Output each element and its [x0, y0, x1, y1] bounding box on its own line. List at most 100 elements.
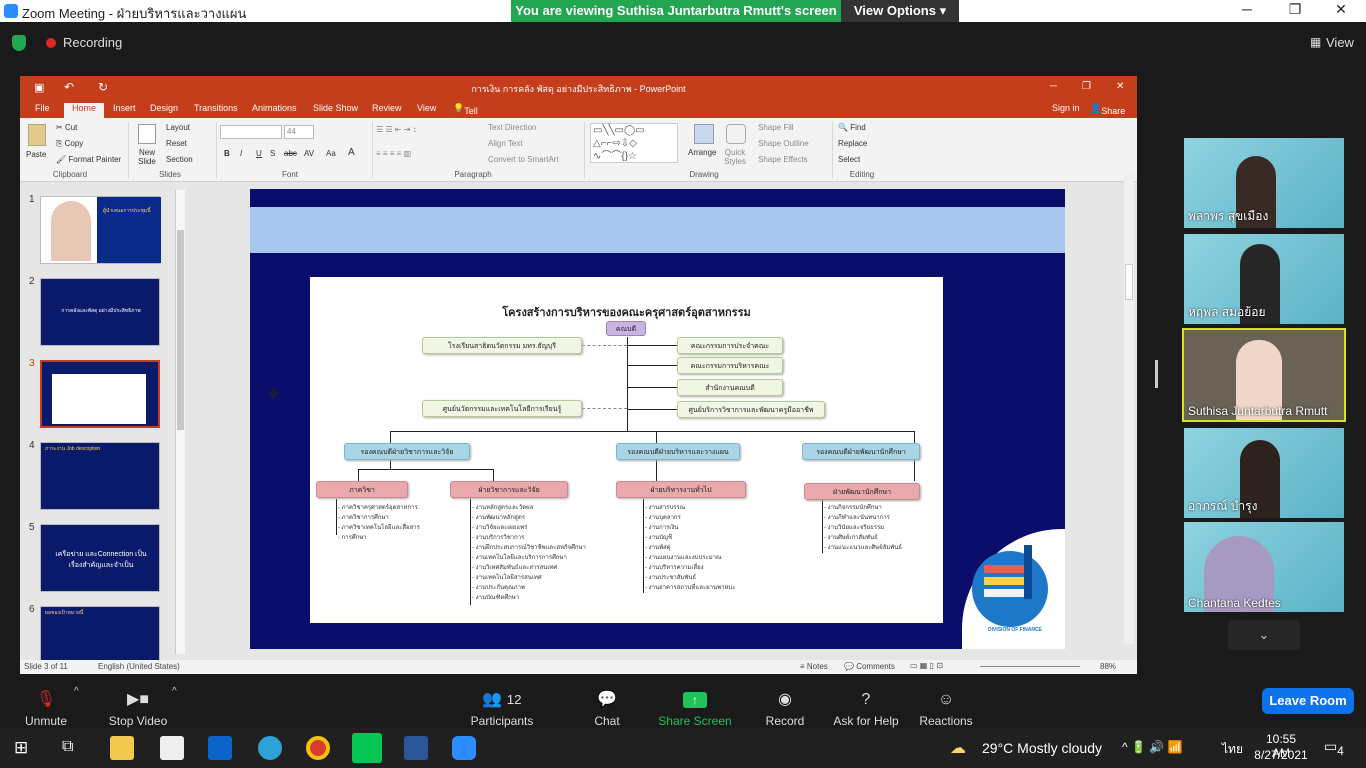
slide-thumbnail[interactable]: ภาระงาน Job description [40, 442, 160, 510]
arrange-button[interactable]: Arrange [688, 148, 716, 157]
find-button[interactable]: 🔍 Find [838, 123, 866, 132]
char-spacing-button[interactable]: AV [304, 149, 314, 158]
tab-animations[interactable]: Animations [252, 103, 297, 113]
zoom-taskbar-icon[interactable] [452, 736, 476, 760]
shapes-gallery[interactable]: ▭╲╲▭◯▭ △⌐⌐⇨⇩◇ ∿⌒⌒{}☆ [590, 123, 678, 163]
ppt-minimize-icon[interactable]: ─ [1050, 81, 1057, 92]
ask-for-help-button[interactable]: ? Ask for Help [830, 690, 902, 728]
participant-tile[interactable]: หฤพล สมอย้อย [1184, 234, 1344, 324]
resize-handle[interactable] [1155, 360, 1158, 388]
tab-insert[interactable]: Insert [113, 103, 136, 113]
participant-tile[interactable]: พลาพร สุขเมือง [1184, 138, 1344, 228]
strikethrough-button[interactable]: abc [284, 149, 297, 158]
slide-thumbnail[interactable]: ผลของเป้าหมายนี้ [40, 606, 160, 660]
language-status[interactable]: English (United States) [98, 662, 180, 671]
participant-tile[interactable]: อาภรณ์ บำรุง [1184, 428, 1344, 518]
select-button[interactable]: Select [838, 155, 860, 164]
change-case-button[interactable]: Aa [326, 149, 336, 158]
reactions-button[interactable]: ☺ Reactions [918, 690, 974, 728]
shield-icon[interactable] [12, 35, 26, 51]
thumb-scrollbar[interactable] [175, 190, 185, 654]
paste-icon[interactable] [28, 124, 46, 146]
maximize-icon[interactable]: ❐ [1280, 1, 1310, 18]
view-options-button[interactable]: View Options ▾ [841, 0, 959, 22]
participant-tile[interactable]: Chantana Kedtes [1184, 522, 1344, 612]
chat-button[interactable]: 💬 Chat [588, 690, 626, 728]
input-language[interactable]: ไทย [1222, 740, 1243, 759]
zoom-level[interactable]: 88% [1100, 662, 1116, 671]
text-direction-button[interactable]: Text Direction [488, 123, 536, 132]
arrange-icon[interactable] [694, 124, 714, 144]
weather-text[interactable]: 29°C Mostly cloudy [982, 740, 1102, 756]
zoom-slider[interactable] [980, 666, 1080, 667]
font-size-field[interactable]: 44 [284, 125, 314, 139]
close-icon[interactable]: ✕ [1326, 1, 1356, 18]
tab-view[interactable]: View [417, 103, 436, 113]
shape-effects-button[interactable]: Shape Effects [758, 155, 808, 164]
caret-up-icon[interactable]: ^ [74, 686, 79, 697]
record-button[interactable]: ◉ Record [762, 690, 808, 728]
weather-icon[interactable]: ☁ [950, 738, 966, 758]
share-screen-button[interactable]: ↑ Share Screen [656, 690, 734, 728]
tab-review[interactable]: Review [372, 103, 402, 113]
layout-button[interactable]: Layout [166, 123, 190, 132]
scrollbar-thumb[interactable] [177, 230, 184, 430]
minimize-icon[interactable]: ─ [1232, 1, 1262, 17]
ppt-restore-icon[interactable]: ❐ [1082, 81, 1091, 92]
view-icons[interactable]: ▭ ▦ ▯ ⊡ [910, 661, 943, 670]
align-icons[interactable]: ≡ ≡ ≡ ≡ ▥ [376, 149, 411, 158]
participant-tile-active-speaker[interactable]: Suthisa Juntarbutra Rmutt [1182, 328, 1346, 422]
font-name-field[interactable] [220, 125, 282, 139]
tray-icons[interactable]: ^ 🔋 🔊 📶 [1122, 740, 1182, 754]
reset-button[interactable]: Reset [166, 139, 187, 148]
align-text-button[interactable]: Align Text [488, 139, 523, 148]
section-button[interactable]: Section [166, 155, 193, 164]
quick-styles-icon[interactable] [726, 124, 746, 144]
replace-button[interactable]: Replace [838, 139, 867, 148]
slide-canvas[interactable]: โครงสร้างการบริหารของคณะครุศาสตร์อุตสาหก… [250, 189, 1065, 649]
shadow-button[interactable]: S [270, 149, 275, 158]
shape-outline-button[interactable]: Shape Outline [758, 139, 809, 148]
underline-button[interactable]: U [256, 149, 262, 158]
tab-transitions[interactable]: Transitions [194, 103, 238, 113]
quick-styles-button[interactable]: Quick Styles [720, 148, 750, 166]
chrome-icon[interactable] [306, 736, 330, 760]
bold-button[interactable]: B [224, 149, 230, 158]
cut-button[interactable]: ✂ Cut [56, 123, 77, 132]
tell-me-box[interactable]: 💡 Tell me what you want to do... [453, 103, 483, 176]
leave-room-button[interactable]: Leave Room [1262, 688, 1354, 714]
word-icon[interactable] [404, 736, 428, 760]
tab-file[interactable]: File [35, 103, 50, 113]
notification-icon[interactable]: ▭4 [1324, 738, 1344, 758]
paste-button[interactable]: Paste [26, 150, 46, 159]
ppt-close-icon[interactable]: ✕ [1116, 81, 1124, 92]
new-slide-icon[interactable] [138, 124, 156, 144]
sign-in-link[interactable]: Sign in [1052, 103, 1080, 113]
grid-icon[interactable]: ▦ [1310, 35, 1321, 49]
new-slide-button[interactable]: New Slide [134, 148, 160, 166]
comments-button[interactable]: 💬 Comments [844, 662, 895, 671]
caret-up-icon[interactable]: ^ [172, 686, 177, 697]
tab-design[interactable]: Design [150, 103, 178, 113]
participants-button[interactable]: 👥 12 Participants [466, 690, 538, 728]
slide-scrollbar[interactable] [1124, 174, 1134, 644]
slide-thumbnail[interactable]: เครือข่าย และConnection เป็นเรื่องสำคัญแ… [40, 524, 160, 592]
notes-button[interactable]: ≡ Notes [800, 662, 828, 671]
clock-date[interactable]: 8/27/2021 [1252, 748, 1310, 762]
font-color-button[interactable]: A [348, 147, 355, 158]
convert-smartart-button[interactable]: Convert to SmartArt [488, 155, 559, 164]
gallery-next-button[interactable]: ⌄ [1228, 620, 1300, 650]
task-view-icon[interactable]: ⧉ [62, 738, 73, 756]
copy-button[interactable]: ⎘ Copy [56, 139, 83, 149]
view-button[interactable]: View [1326, 35, 1354, 50]
line-app-icon[interactable] [352, 733, 382, 763]
scrollbar-thumb[interactable] [1125, 264, 1133, 300]
slide-thumbnail[interactable]: การคลังและพัสดุ อย่างมีประสิทธิภาพ [40, 278, 160, 346]
windows-start-icon[interactable]: ⊞ [14, 738, 28, 758]
italic-button[interactable]: I [240, 149, 242, 158]
bullets-icon[interactable]: ☰ ☰ ⇤ ⇥ ↕ [376, 125, 417, 134]
format-painter-button[interactable]: 🖌 Format Painter [56, 155, 121, 164]
store-icon[interactable] [160, 736, 184, 760]
tab-home[interactable]: Home [64, 103, 105, 118]
slide-thumbnail-selected[interactable] [40, 360, 160, 428]
